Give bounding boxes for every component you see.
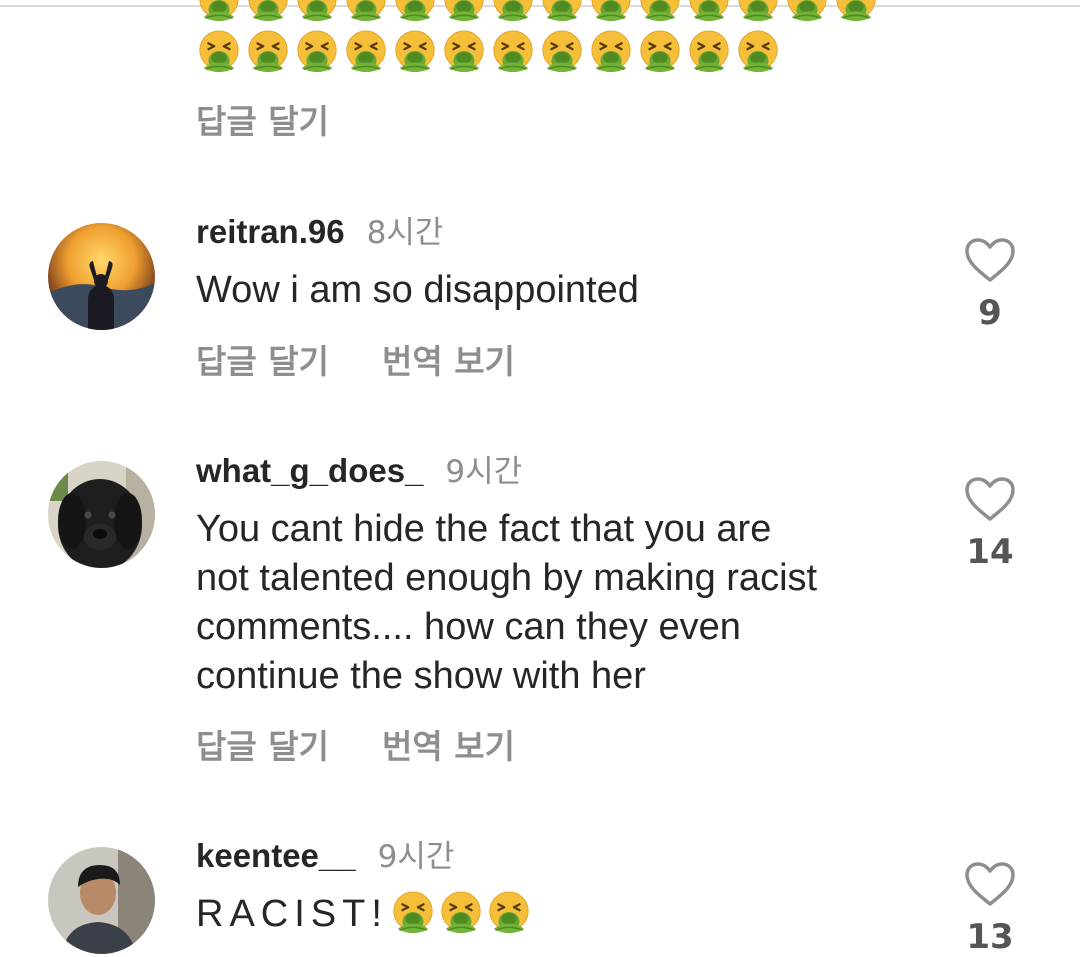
nauseated-face-icon — [784, 0, 833, 27]
timestamp: 9시간 — [377, 839, 455, 875]
comment-text: Wow i am so disappointed — [196, 269, 639, 311]
comment-text: RACIST! — [196, 890, 916, 939]
heart-icon[interactable] — [964, 476, 1016, 522]
emoji-group — [388, 893, 532, 935]
like-count: 13 — [966, 917, 1014, 957]
avatar[interactable] — [48, 461, 155, 568]
nauseated-face-icon — [441, 0, 490, 27]
nauseated-face-icon — [392, 0, 441, 27]
timestamp: 8시간 — [366, 215, 444, 251]
nauseated-face-icon — [539, 0, 588, 27]
like-group: 14 — [962, 476, 1018, 572]
comment-text-line: continue the show with her — [196, 655, 646, 697]
nauseated-face-icon — [735, 0, 784, 27]
black-dog-avatar-icon — [48, 461, 155, 568]
emoji-row — [196, 29, 784, 78]
comment-header: keentee__ 9시간 — [196, 831, 454, 876]
nauseated-face-icon — [196, 29, 245, 78]
nauseated-face-icon — [686, 0, 735, 27]
nauseated-face-icon — [245, 29, 294, 78]
heart-icon[interactable] — [964, 861, 1016, 907]
comment-header: what_g_does_ 9시간 — [196, 446, 522, 491]
nauseated-face-icon — [343, 29, 392, 78]
avatar[interactable] — [48, 847, 155, 954]
reply-button[interactable]: 답글 달기 — [196, 335, 329, 383]
comment-text: You cant hide the fact that you are not … — [196, 505, 916, 701]
nauseated-face-icon — [833, 0, 882, 27]
nauseated-face-icon — [392, 29, 441, 78]
username[interactable]: reitran.96 — [196, 213, 345, 250]
reply-button[interactable]: 답글 달기 — [196, 95, 329, 143]
emoji-row-partial — [196, 0, 882, 27]
nauseated-face-icon — [637, 29, 686, 78]
nauseated-face-icon — [588, 29, 637, 78]
username[interactable]: what_g_does_ — [196, 452, 423, 489]
nauseated-face-icon — [441, 29, 490, 78]
nauseated-face-icon — [486, 890, 532, 936]
comment-header: reitran.96 8시간 — [196, 207, 443, 252]
person-photo-avatar-icon — [48, 847, 155, 954]
nauseated-face-icon — [539, 29, 588, 78]
comment-text-content: RACIST! — [196, 893, 388, 935]
nauseated-face-icon — [438, 890, 484, 936]
like-count: 9 — [978, 293, 1002, 333]
timestamp: 9시간 — [445, 454, 523, 490]
username[interactable]: keentee__ — [196, 837, 356, 874]
see-translation-button[interactable]: 번역 보기 — [382, 335, 515, 383]
like-group: 9 — [962, 237, 1018, 333]
nauseated-face-icon — [294, 29, 343, 78]
nauseated-face-icon — [245, 0, 294, 27]
nauseated-face-icon — [735, 29, 784, 78]
heart-icon[interactable] — [964, 237, 1016, 283]
comment-text-line: comments.... how can they even — [196, 606, 741, 648]
nauseated-face-icon — [390, 890, 436, 936]
nauseated-face-icon — [588, 0, 637, 27]
nauseated-face-icon — [294, 0, 343, 27]
comment-text-line: not talented enough by making racist — [196, 557, 818, 599]
like-count: 14 — [966, 532, 1014, 572]
avatar[interactable] — [48, 223, 155, 330]
nauseated-face-icon — [490, 0, 539, 27]
see-translation-button[interactable]: 번역 보기 — [382, 720, 515, 768]
reply-button[interactable]: 답글 달기 — [196, 720, 329, 768]
nauseated-face-icon — [196, 0, 245, 27]
like-group: 13 — [962, 861, 1018, 957]
nauseated-face-icon — [343, 0, 392, 27]
nauseated-face-icon — [686, 29, 735, 78]
nauseated-face-icon — [490, 29, 539, 78]
silhouette-sunset-avatar-icon — [48, 223, 155, 330]
comment-text-line: You cant hide the fact that you are — [196, 508, 772, 550]
nauseated-face-icon — [637, 0, 686, 27]
